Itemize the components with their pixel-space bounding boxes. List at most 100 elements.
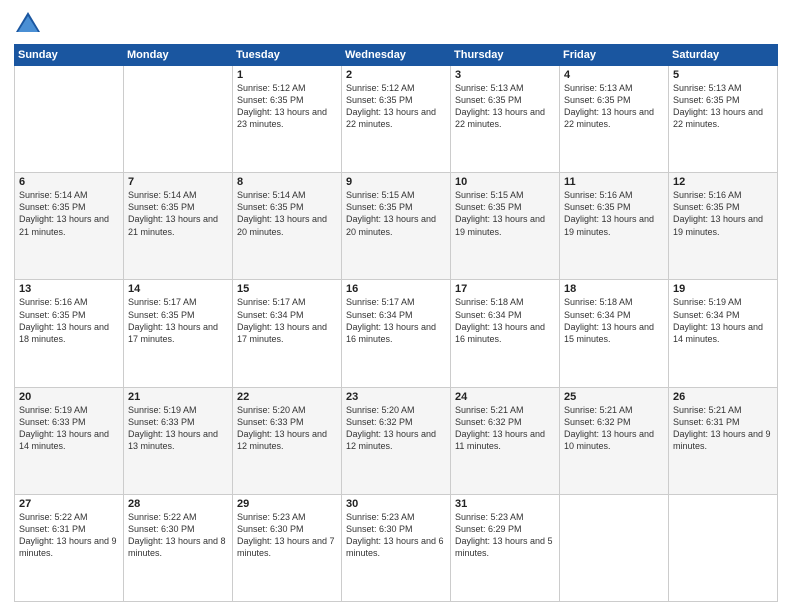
cell-info: Sunrise: 5:12 AMSunset: 6:35 PMDaylight:… — [346, 82, 446, 131]
week-row-5: 27Sunrise: 5:22 AMSunset: 6:31 PMDayligh… — [15, 494, 778, 601]
day-number: 5 — [673, 69, 773, 81]
day-header-tuesday: Tuesday — [233, 45, 342, 66]
week-row-1: 1Sunrise: 5:12 AMSunset: 6:35 PMDaylight… — [15, 66, 778, 173]
day-number: 15 — [237, 283, 337, 295]
day-number: 11 — [564, 176, 664, 188]
day-number: 2 — [346, 69, 446, 81]
cell-info: Sunrise: 5:17 AMSunset: 6:34 PMDaylight:… — [346, 296, 446, 345]
week-row-3: 13Sunrise: 5:16 AMSunset: 6:35 PMDayligh… — [15, 280, 778, 387]
day-number: 14 — [128, 283, 228, 295]
cell-info: Sunrise: 5:16 AMSunset: 6:35 PMDaylight:… — [19, 296, 119, 345]
calendar-cell: 7Sunrise: 5:14 AMSunset: 6:35 PMDaylight… — [124, 173, 233, 280]
cell-info: Sunrise: 5:16 AMSunset: 6:35 PMDaylight:… — [564, 189, 664, 238]
day-number: 22 — [237, 391, 337, 403]
day-number: 4 — [564, 69, 664, 81]
cell-info: Sunrise: 5:21 AMSunset: 6:32 PMDaylight:… — [564, 404, 664, 453]
cell-info: Sunrise: 5:19 AMSunset: 6:34 PMDaylight:… — [673, 296, 773, 345]
calendar-cell: 12Sunrise: 5:16 AMSunset: 6:35 PMDayligh… — [669, 173, 778, 280]
calendar-cell — [15, 66, 124, 173]
calendar-cell: 25Sunrise: 5:21 AMSunset: 6:32 PMDayligh… — [560, 387, 669, 494]
day-header-sunday: Sunday — [15, 45, 124, 66]
calendar-cell — [560, 494, 669, 601]
calendar-cell: 26Sunrise: 5:21 AMSunset: 6:31 PMDayligh… — [669, 387, 778, 494]
logo — [14, 10, 46, 38]
day-number: 12 — [673, 176, 773, 188]
day-number: 10 — [455, 176, 555, 188]
calendar-cell: 30Sunrise: 5:23 AMSunset: 6:30 PMDayligh… — [342, 494, 451, 601]
cell-info: Sunrise: 5:23 AMSunset: 6:30 PMDaylight:… — [237, 511, 337, 560]
cell-info: Sunrise: 5:13 AMSunset: 6:35 PMDaylight:… — [673, 82, 773, 131]
day-number: 9 — [346, 176, 446, 188]
calendar-cell: 5Sunrise: 5:13 AMSunset: 6:35 PMDaylight… — [669, 66, 778, 173]
calendar-cell: 14Sunrise: 5:17 AMSunset: 6:35 PMDayligh… — [124, 280, 233, 387]
day-number: 17 — [455, 283, 555, 295]
cell-info: Sunrise: 5:20 AMSunset: 6:33 PMDaylight:… — [237, 404, 337, 453]
day-number: 24 — [455, 391, 555, 403]
calendar-cell: 15Sunrise: 5:17 AMSunset: 6:34 PMDayligh… — [233, 280, 342, 387]
cell-info: Sunrise: 5:16 AMSunset: 6:35 PMDaylight:… — [673, 189, 773, 238]
calendar-cell: 3Sunrise: 5:13 AMSunset: 6:35 PMDaylight… — [451, 66, 560, 173]
calendar-cell — [669, 494, 778, 601]
cell-info: Sunrise: 5:14 AMSunset: 6:35 PMDaylight:… — [237, 189, 337, 238]
cell-info: Sunrise: 5:23 AMSunset: 6:30 PMDaylight:… — [346, 511, 446, 560]
cell-info: Sunrise: 5:22 AMSunset: 6:31 PMDaylight:… — [19, 511, 119, 560]
day-number: 8 — [237, 176, 337, 188]
calendar-cell: 2Sunrise: 5:12 AMSunset: 6:35 PMDaylight… — [342, 66, 451, 173]
day-number: 3 — [455, 69, 555, 81]
calendar-cell: 17Sunrise: 5:18 AMSunset: 6:34 PMDayligh… — [451, 280, 560, 387]
day-header-monday: Monday — [124, 45, 233, 66]
cell-info: Sunrise: 5:17 AMSunset: 6:34 PMDaylight:… — [237, 296, 337, 345]
cell-info: Sunrise: 5:20 AMSunset: 6:32 PMDaylight:… — [346, 404, 446, 453]
day-header-saturday: Saturday — [669, 45, 778, 66]
header — [14, 10, 778, 38]
day-number: 27 — [19, 498, 119, 510]
day-number: 26 — [673, 391, 773, 403]
cell-info: Sunrise: 5:19 AMSunset: 6:33 PMDaylight:… — [128, 404, 228, 453]
calendar-header-row: SundayMondayTuesdayWednesdayThursdayFrid… — [15, 45, 778, 66]
calendar-cell — [124, 66, 233, 173]
cell-info: Sunrise: 5:12 AMSunset: 6:35 PMDaylight:… — [237, 82, 337, 131]
cell-info: Sunrise: 5:14 AMSunset: 6:35 PMDaylight:… — [128, 189, 228, 238]
day-number: 31 — [455, 498, 555, 510]
cell-info: Sunrise: 5:17 AMSunset: 6:35 PMDaylight:… — [128, 296, 228, 345]
calendar-cell: 27Sunrise: 5:22 AMSunset: 6:31 PMDayligh… — [15, 494, 124, 601]
cell-info: Sunrise: 5:13 AMSunset: 6:35 PMDaylight:… — [564, 82, 664, 131]
calendar-cell: 23Sunrise: 5:20 AMSunset: 6:32 PMDayligh… — [342, 387, 451, 494]
week-row-2: 6Sunrise: 5:14 AMSunset: 6:35 PMDaylight… — [15, 173, 778, 280]
page: SundayMondayTuesdayWednesdayThursdayFrid… — [0, 0, 792, 612]
calendar-cell: 22Sunrise: 5:20 AMSunset: 6:33 PMDayligh… — [233, 387, 342, 494]
day-number: 6 — [19, 176, 119, 188]
day-number: 25 — [564, 391, 664, 403]
day-header-wednesday: Wednesday — [342, 45, 451, 66]
calendar: SundayMondayTuesdayWednesdayThursdayFrid… — [14, 44, 778, 602]
cell-info: Sunrise: 5:14 AMSunset: 6:35 PMDaylight:… — [19, 189, 119, 238]
cell-info: Sunrise: 5:15 AMSunset: 6:35 PMDaylight:… — [346, 189, 446, 238]
day-header-friday: Friday — [560, 45, 669, 66]
day-number: 16 — [346, 283, 446, 295]
day-number: 1 — [237, 69, 337, 81]
week-row-4: 20Sunrise: 5:19 AMSunset: 6:33 PMDayligh… — [15, 387, 778, 494]
day-number: 19 — [673, 283, 773, 295]
calendar-cell: 19Sunrise: 5:19 AMSunset: 6:34 PMDayligh… — [669, 280, 778, 387]
day-number: 7 — [128, 176, 228, 188]
calendar-cell: 20Sunrise: 5:19 AMSunset: 6:33 PMDayligh… — [15, 387, 124, 494]
calendar-cell: 6Sunrise: 5:14 AMSunset: 6:35 PMDaylight… — [15, 173, 124, 280]
cell-info: Sunrise: 5:22 AMSunset: 6:30 PMDaylight:… — [128, 511, 228, 560]
cell-info: Sunrise: 5:15 AMSunset: 6:35 PMDaylight:… — [455, 189, 555, 238]
day-number: 13 — [19, 283, 119, 295]
day-number: 28 — [128, 498, 228, 510]
day-number: 21 — [128, 391, 228, 403]
day-number: 18 — [564, 283, 664, 295]
cell-info: Sunrise: 5:18 AMSunset: 6:34 PMDaylight:… — [455, 296, 555, 345]
calendar-cell: 29Sunrise: 5:23 AMSunset: 6:30 PMDayligh… — [233, 494, 342, 601]
calendar-cell: 31Sunrise: 5:23 AMSunset: 6:29 PMDayligh… — [451, 494, 560, 601]
calendar-cell: 4Sunrise: 5:13 AMSunset: 6:35 PMDaylight… — [560, 66, 669, 173]
cell-info: Sunrise: 5:19 AMSunset: 6:33 PMDaylight:… — [19, 404, 119, 453]
day-number: 20 — [19, 391, 119, 403]
calendar-cell: 16Sunrise: 5:17 AMSunset: 6:34 PMDayligh… — [342, 280, 451, 387]
calendar-cell: 18Sunrise: 5:18 AMSunset: 6:34 PMDayligh… — [560, 280, 669, 387]
logo-icon — [14, 10, 42, 38]
calendar-cell: 28Sunrise: 5:22 AMSunset: 6:30 PMDayligh… — [124, 494, 233, 601]
day-number: 23 — [346, 391, 446, 403]
calendar-cell: 1Sunrise: 5:12 AMSunset: 6:35 PMDaylight… — [233, 66, 342, 173]
